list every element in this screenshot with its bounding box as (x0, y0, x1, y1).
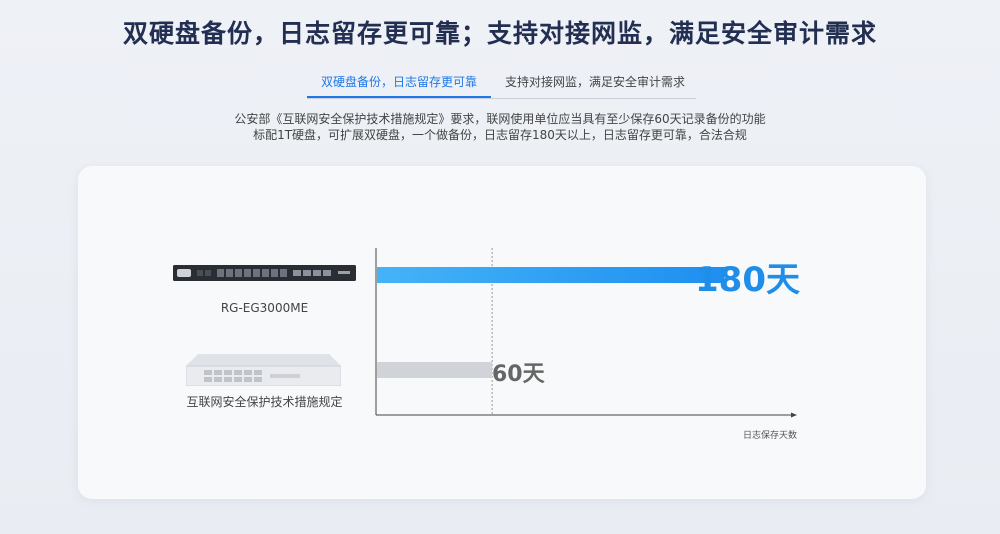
bar-regulation (377, 362, 493, 378)
bar-value-label-gateway: 180天 (695, 260, 800, 300)
page-title: 双硬盘备份，日志留存更可靠；支持对接网监，满足安全审计需求 (122, 19, 877, 48)
description-line-1: 公安部《互联网安全保护技术措施规定》要求，联网使用单位应当具有至少保存60天记录… (234, 112, 766, 126)
description-line-2: 标配1T硬盘，可扩展双硬盘，一个做备份，日志留存180天以上，日志留存更可靠，合… (253, 128, 747, 142)
bar-value-label-regulation: 60天 (492, 362, 545, 387)
comparison-card: RG-EG3000ME 互联网安全保护技术措施规定 180天 60天 日志保存天… (78, 166, 926, 499)
tab-bar: 双硬盘备份，日志留存更可靠 支持对接网监，满足安全审计需求 (307, 70, 696, 99)
tab-dual-disk-backup[interactable]: 双硬盘备份，日志留存更可靠 (307, 70, 492, 98)
x-axis-label: 日志保存天数 (743, 431, 798, 441)
bar-gateway (377, 267, 725, 283)
retention-chart (375, 248, 797, 418)
tab-network-monitor[interactable]: 支持对接网监，满足安全审计需求 (491, 70, 699, 98)
description: 公安部《互联网安全保护技术措施规定》要求，联网使用单位应当具有至少保存60天记录… (0, 111, 1000, 143)
x-axis-arrow (791, 412, 797, 418)
